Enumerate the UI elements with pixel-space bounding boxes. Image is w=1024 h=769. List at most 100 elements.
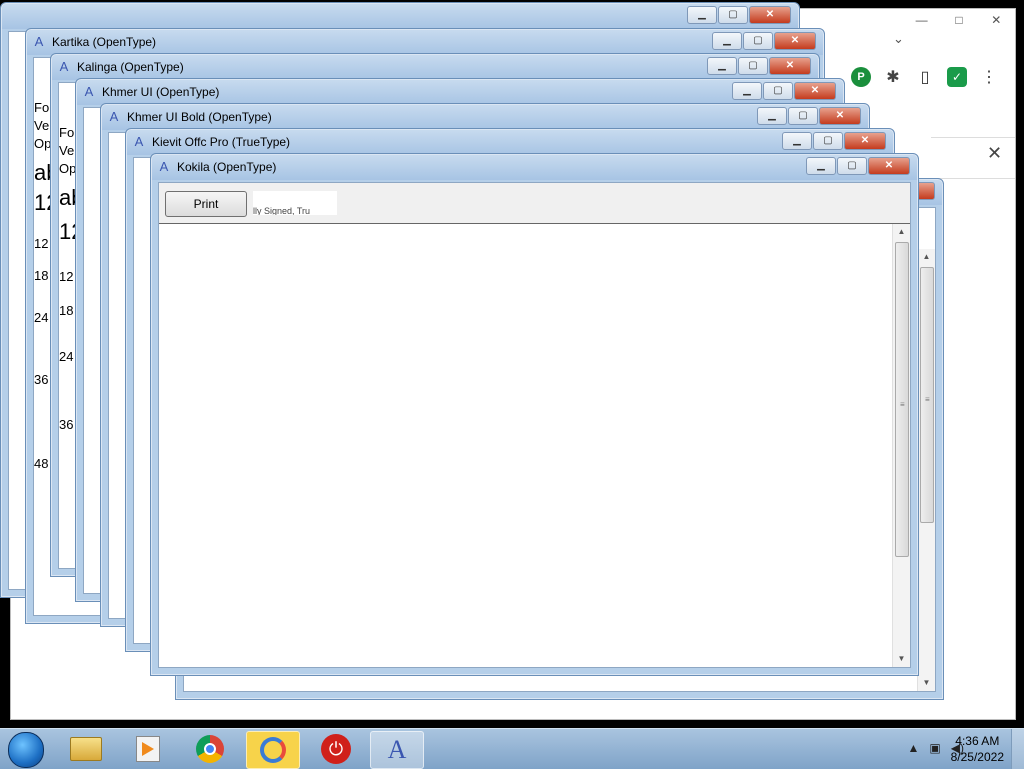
maximize-button[interactable]: ▢ — [788, 107, 818, 125]
font-app-icon: A — [159, 159, 169, 174]
window-controls: ▁ ▢ ✕ — [707, 57, 811, 75]
media-player-icon[interactable] — [122, 731, 174, 767]
scroll-down-arrow-icon[interactable]: ▼ — [893, 651, 910, 667]
network-icon[interactable]: ▣ — [929, 741, 940, 755]
type-line: Op — [59, 161, 77, 176]
window-title: Khmer UI (OpenType) — [102, 85, 220, 99]
desktop: — □ ✕ ⌄ P ✱ ▯ ✓ ⋮ ✕ ▁ ▢ ✕ A Kartika (Open… — [0, 0, 1024, 728]
vertical-scrollbar[interactable]: ▲ ≡ ▼ — [892, 224, 910, 667]
show-desktop-button[interactable] — [1011, 729, 1024, 769]
minimize-button[interactable]: ▁ — [687, 6, 717, 24]
font-app-icon: A — [109, 109, 119, 124]
show-hidden-icons-icon[interactable]: ▲ — [908, 741, 920, 755]
title-bar: A Khmer UI Bold (OpenType) — [107, 104, 272, 130]
start-button[interactable] — [8, 732, 44, 768]
scroll-thumb[interactable]: ≡ — [895, 242, 909, 557]
vpn-icon[interactable] — [246, 731, 300, 769]
explorer-icon[interactable] — [60, 731, 112, 767]
window-title: Kokila (OpenType) — [177, 160, 277, 174]
size-label: 24 — [59, 349, 74, 364]
font-window-kokila: A Kokila (OpenType) ▁ ▢ ✕ Print lly Signe… — [150, 153, 919, 676]
browser-close-button[interactable]: ✕ — [978, 9, 1015, 31]
size-label: 36 — [34, 372, 49, 387]
window-title: Kalinga (OpenType) — [77, 60, 184, 74]
minimize-button[interactable]: ▁ — [757, 107, 787, 125]
browser-window-controls: — □ ✕ — [903, 9, 1015, 31]
minimize-button[interactable]: ▁ — [732, 82, 762, 100]
size-label: 12 — [59, 269, 74, 284]
vertical-scrollbar[interactable]: ▲ ≡ ▼ — [917, 249, 935, 691]
maximize-button[interactable]: ▢ — [763, 82, 793, 100]
power-icon[interactable]: ⏻ — [310, 731, 362, 767]
extension-toolbar: P ✱ ▯ ✓ ⋮ — [851, 67, 999, 87]
extensions-puzzle-icon[interactable]: ✱ — [883, 67, 903, 87]
font-app-icon: A — [59, 59, 69, 74]
font-viewer-icon[interactable]: A — [370, 731, 424, 769]
shield-check-icon[interactable]: ✓ — [947, 67, 967, 87]
toolbar: Print lly Signed, Tru — [159, 183, 910, 224]
close-button[interactable]: ✕ — [769, 57, 811, 75]
window-controls: ▁ ▢ ✕ — [806, 157, 910, 175]
size-label: 24 — [34, 310, 49, 325]
title-bar: A Khmer UI (OpenType) — [82, 79, 220, 105]
maximize-button[interactable]: ▢ — [718, 6, 748, 24]
maximize-button[interactable]: ▢ — [743, 32, 773, 50]
password-extension-icon[interactable]: P — [851, 67, 871, 87]
scroll-grip-icon: ≡ — [925, 395, 930, 404]
window-body: Print lly Signed, Tru ▲ ≡ ▼ — [158, 182, 911, 668]
taskbar: ⏻ A ▲ ▣ ◀) 4:36 AM 8/25/2022 — [0, 728, 1024, 769]
title-bar: A Kartika (OpenType) — [32, 29, 156, 55]
scroll-thumb[interactable]: ≡ — [920, 267, 934, 523]
side-panel-icon[interactable]: ▯ — [915, 67, 935, 87]
size-label: 12 — [34, 236, 49, 251]
title-bar: A Kalinga (OpenType) — [57, 54, 184, 80]
minimize-button[interactable]: ▁ — [806, 157, 836, 175]
size-label: 36 — [59, 417, 74, 432]
chrome-icon[interactable] — [184, 731, 236, 767]
close-button[interactable]: ✕ — [794, 82, 836, 100]
font-app-icon: A — [84, 84, 94, 99]
title-bar: A Kokila (OpenType) — [157, 154, 277, 180]
maximize-button[interactable]: ▢ — [738, 57, 768, 75]
size-label: 18 — [59, 303, 74, 318]
browser-maximize-button[interactable]: □ — [940, 9, 977, 31]
minimize-button[interactable]: ▁ — [707, 57, 737, 75]
print-button[interactable]: Print — [165, 191, 247, 217]
close-button[interactable]: ✕ — [868, 157, 910, 175]
window-title: Kartika (OpenType) — [52, 35, 157, 49]
browser-minimize-button[interactable]: — — [903, 9, 940, 31]
scroll-up-arrow-icon[interactable]: ▲ — [918, 249, 935, 265]
window-controls: ▁ ▢ ✕ — [712, 32, 816, 50]
info-bar-close-icon[interactable]: ✕ — [987, 143, 1002, 164]
close-button[interactable]: ✕ — [774, 32, 816, 50]
window-title: Khmer UI Bold (OpenType) — [127, 110, 272, 124]
window-controls: ▁ ▢ ✕ — [782, 132, 886, 150]
scroll-grip-icon: ≡ — [900, 399, 905, 409]
font-app-icon: A — [134, 134, 144, 149]
close-button[interactable]: ✕ — [844, 132, 886, 150]
scroll-down-arrow-icon[interactable]: ▼ — [918, 675, 935, 691]
minimize-button[interactable]: ▁ — [782, 132, 812, 150]
window-controls: ▁ ▢ ✕ — [732, 82, 836, 100]
clock-time: 4:36 AM — [955, 734, 1000, 748]
browser-menu-icon[interactable]: ⋮ — [979, 67, 999, 87]
title-bar: A Kievit Offc Pro (TrueType) — [132, 129, 290, 155]
digital-signature-label: lly Signed, Tru — [253, 191, 337, 215]
window-title: Kievit Offc Pro (TrueType) — [152, 135, 291, 149]
size-label: 18 — [34, 268, 49, 283]
size-label: 48 — [34, 456, 49, 471]
tab-search-chevron-icon[interactable]: ⌄ — [893, 31, 904, 47]
window-controls: ▁ ▢ ✕ — [757, 107, 861, 125]
close-button[interactable]: ✕ — [749, 6, 791, 24]
maximize-button[interactable]: ▢ — [837, 157, 867, 175]
type-line: Op — [34, 136, 52, 151]
info-bar — [931, 137, 1015, 179]
scroll-up-arrow-icon[interactable]: ▲ — [893, 224, 910, 240]
minimize-button[interactable]: ▁ — [712, 32, 742, 50]
clock[interactable]: 4:36 AM 8/25/2022 — [951, 733, 1004, 765]
maximize-button[interactable]: ▢ — [813, 132, 843, 150]
close-button[interactable]: ✕ — [819, 107, 861, 125]
clock-date: 8/25/2022 — [950, 750, 1004, 764]
window-controls: ▁ ▢ ✕ — [687, 6, 791, 24]
font-app-icon: A — [34, 34, 44, 49]
